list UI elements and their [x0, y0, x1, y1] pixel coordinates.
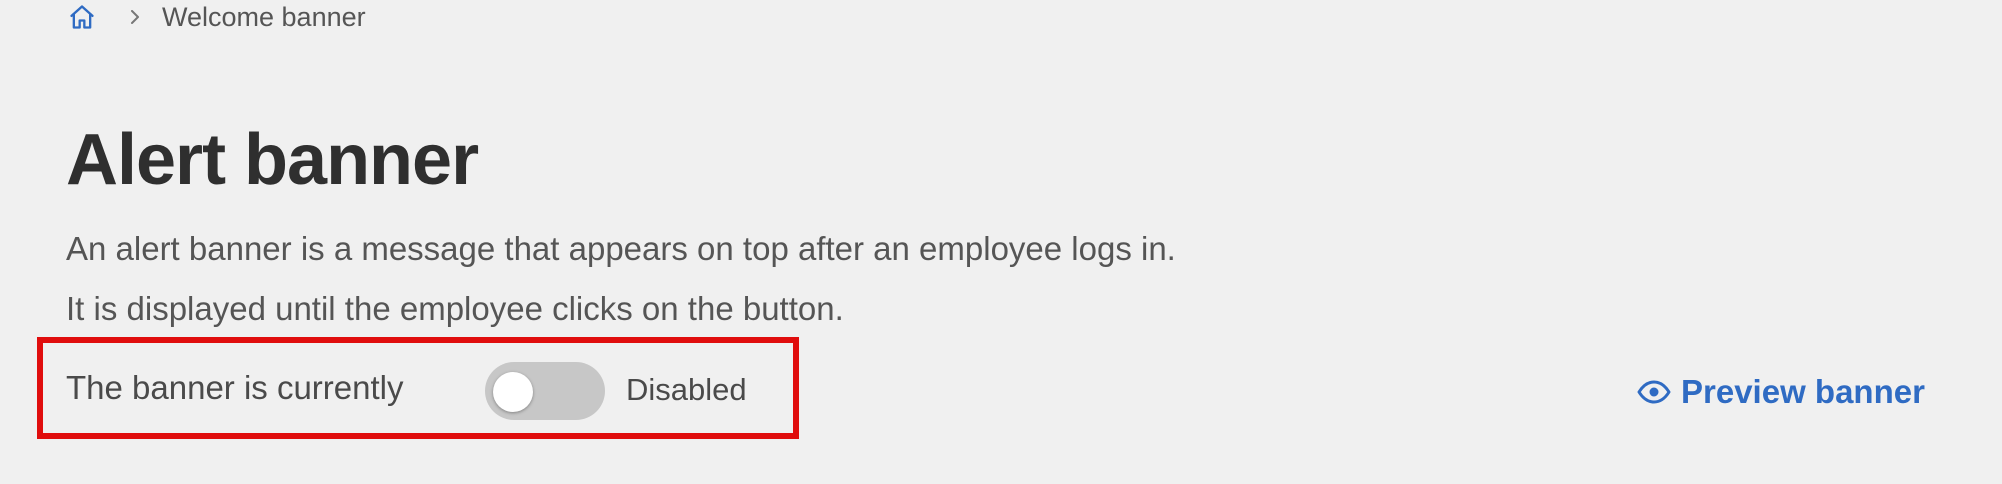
breadcrumb-current: Welcome banner	[162, 2, 366, 32]
toggle-knob	[493, 372, 533, 412]
breadcrumb: Welcome banner	[66, 0, 366, 34]
eye-icon	[1637, 380, 1671, 404]
home-icon[interactable]	[66, 1, 98, 33]
banner-enabled-toggle[interactable]	[485, 362, 605, 420]
toggle-state-text: Disabled	[626, 372, 747, 407]
chevron-right-icon	[128, 10, 142, 24]
preview-banner-link[interactable]: Preview banner	[1637, 372, 1925, 412]
page-title: Alert banner	[66, 120, 479, 200]
page-description-line-2: It is displayed until the employee click…	[66, 290, 844, 327]
banner-status-label: The banner is currently	[66, 369, 404, 406]
page-description-line-1: An alert banner is a message that appear…	[66, 230, 1176, 267]
preview-banner-label: Preview banner	[1681, 373, 1925, 410]
